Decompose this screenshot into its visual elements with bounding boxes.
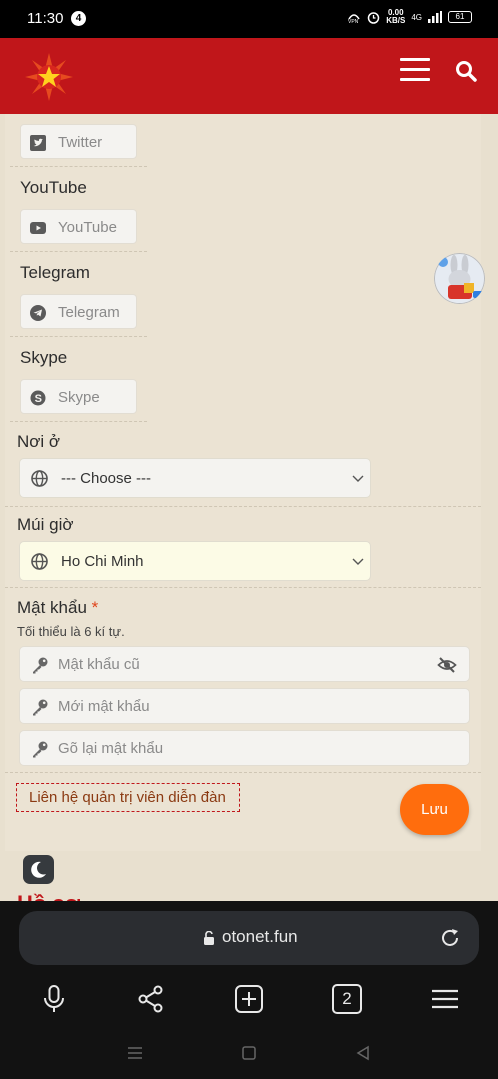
microphone-icon[interactable]	[39, 984, 69, 1014]
telegram-input[interactable]: Telegram	[20, 294, 137, 329]
eye-slash-icon[interactable]	[437, 655, 457, 675]
svg-text:VPN: VPN	[348, 19, 359, 23]
address-bar[interactable]: otonet.fun	[19, 911, 479, 965]
location-select[interactable]: --- Choose ---	[19, 458, 371, 498]
contact-admin-link[interactable]: Liên hệ quản trị viên diễn đàn	[16, 783, 240, 812]
confirm-password-placeholder: Gõ lại mật khẩu	[58, 740, 164, 757]
moon-icon	[31, 861, 46, 878]
twitter-input[interactable]: Twitter	[20, 124, 137, 159]
unlock-icon	[204, 931, 214, 945]
timezone-value: Ho Chi Minh	[61, 553, 144, 570]
chevron-down-icon	[352, 475, 364, 482]
twitter-placeholder: Twitter	[58, 134, 103, 151]
reload-icon[interactable]	[439, 927, 461, 949]
vpn-icon: VPN	[348, 14, 360, 23]
globe-icon	[31, 470, 48, 487]
tabs-count-button[interactable]: 2	[332, 984, 362, 1014]
divider	[10, 251, 147, 252]
old-password-placeholder: Mật khẩu cũ	[58, 656, 140, 673]
divider	[5, 506, 481, 507]
telegram-label: Telegram	[20, 263, 90, 282]
youtube-input[interactable]: YouTube	[20, 209, 137, 244]
hamburger-icon[interactable]	[400, 58, 430, 84]
telegram-icon	[30, 305, 46, 321]
status-time: 11:30	[27, 10, 64, 27]
chevron-down-icon	[352, 558, 364, 565]
section-title-peek: Hồ sơ	[17, 889, 80, 901]
divider	[5, 772, 481, 773]
svg-text:S: S	[35, 393, 42, 405]
profile-form: Twitter YouTube YouTube Telegram Telegra…	[5, 114, 481, 851]
required-mark: *	[91, 598, 99, 617]
save-button[interactable]: Lưu	[400, 784, 469, 835]
timezone-label: Múi giờ	[17, 515, 74, 534]
youtube-icon	[30, 222, 46, 234]
divider	[5, 587, 481, 588]
key-icon	[33, 657, 48, 674]
site-header	[0, 38, 498, 114]
url-text: otonet.fun	[222, 927, 298, 946]
share-icon[interactable]	[136, 984, 166, 1014]
youtube-label: YouTube	[20, 178, 87, 197]
star-logo[interactable]	[24, 52, 74, 102]
signal-icon	[428, 11, 442, 23]
search-icon[interactable]	[455, 60, 477, 82]
location-label: Nơi ở	[17, 432, 61, 451]
recent-apps-icon[interactable]	[127, 1045, 143, 1061]
password-label: Mật khẩu *	[17, 598, 99, 617]
skype-label: Skype	[20, 348, 68, 367]
skype-placeholder: Skype	[58, 389, 100, 406]
back-icon[interactable]	[355, 1045, 371, 1061]
telegram-placeholder: Telegram	[58, 304, 120, 321]
skype-icon: S	[30, 390, 46, 406]
floating-avatar[interactable]	[434, 253, 485, 304]
battery-icon: 61	[448, 11, 472, 23]
timezone-select[interactable]: Ho Chi Minh	[19, 541, 371, 581]
home-icon[interactable]	[241, 1045, 257, 1061]
new-password-input[interactable]: Mới mật khẩu	[19, 688, 470, 724]
old-password-input[interactable]: Mật khẩu cũ	[19, 646, 470, 682]
divider	[10, 421, 147, 422]
divider	[10, 336, 147, 337]
key-icon	[33, 699, 48, 716]
twitter-icon	[30, 135, 46, 151]
rabbit-mascot-icon	[434, 253, 485, 304]
net-speed: 0.00 KB/S	[386, 8, 406, 25]
key-icon	[33, 741, 48, 758]
location-value: --- Choose ---	[61, 470, 152, 487]
globe-icon	[31, 553, 48, 570]
status-bar: 11:30 4 VPN 0.00 KB/S 4G 61	[0, 0, 498, 38]
new-tab-icon[interactable]	[234, 984, 264, 1014]
confirm-password-input[interactable]: Gõ lại mật khẩu	[19, 730, 470, 766]
dark-mode-toggle[interactable]	[23, 855, 54, 884]
notification-badge: 4	[71, 11, 86, 26]
alarm-icon	[367, 11, 380, 24]
youtube-placeholder: YouTube	[58, 219, 117, 236]
network-type: 4G	[411, 12, 422, 22]
menu-icon[interactable]	[430, 984, 460, 1014]
new-password-placeholder: Mới mật khẩu	[58, 698, 150, 715]
browser-bar: otonet.fun 2	[0, 901, 498, 1079]
divider	[10, 166, 147, 167]
skype-input[interactable]: S Skype	[20, 379, 137, 414]
password-hint: Tối thiểu là 6 kí tự.	[17, 624, 125, 639]
